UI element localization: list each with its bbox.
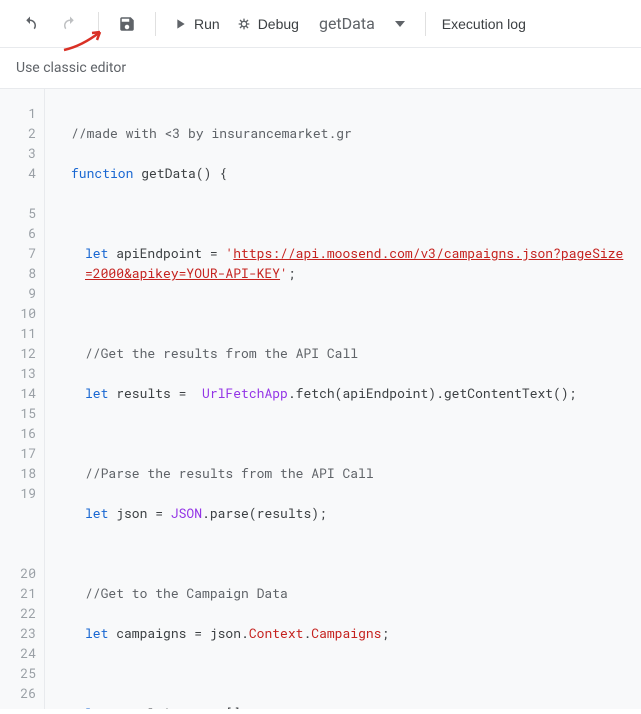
chevron-down-icon bbox=[395, 21, 405, 27]
play-icon bbox=[172, 16, 188, 32]
debug-icon bbox=[236, 16, 252, 32]
debug-label: Debug bbox=[258, 16, 299, 32]
undo-icon bbox=[21, 15, 39, 33]
debug-button[interactable]: Debug bbox=[230, 6, 305, 42]
execution-log-button[interactable]: Execution log bbox=[436, 6, 532, 42]
function-name: getData bbox=[319, 14, 375, 33]
run-button[interactable]: Run bbox=[166, 6, 226, 42]
line-gutter: 123 4 56789 1011121314 15161718 19 20212… bbox=[0, 89, 44, 709]
classic-editor-link[interactable]: Use classic editor bbox=[16, 60, 126, 76]
undo-button[interactable] bbox=[12, 6, 48, 42]
save-icon bbox=[118, 15, 136, 33]
code-area[interactable]: //made with <3 by insurancemarket.gr fun… bbox=[44, 89, 641, 709]
toolbar-separator bbox=[425, 12, 426, 36]
execution-log-label: Execution log bbox=[442, 16, 526, 32]
redo-button[interactable] bbox=[52, 6, 88, 42]
redo-icon bbox=[61, 15, 79, 33]
function-dropdown[interactable]: getData bbox=[309, 6, 415, 42]
toolbar: Run Debug getData Execution log bbox=[0, 0, 641, 48]
save-button[interactable] bbox=[109, 6, 145, 42]
sub-toolbar: Use classic editor bbox=[0, 48, 641, 89]
toolbar-separator bbox=[98, 12, 99, 36]
toolbar-separator bbox=[155, 12, 156, 36]
code-editor[interactable]: 123 4 56789 1011121314 15161718 19 20212… bbox=[0, 89, 641, 709]
run-label: Run bbox=[194, 16, 220, 32]
